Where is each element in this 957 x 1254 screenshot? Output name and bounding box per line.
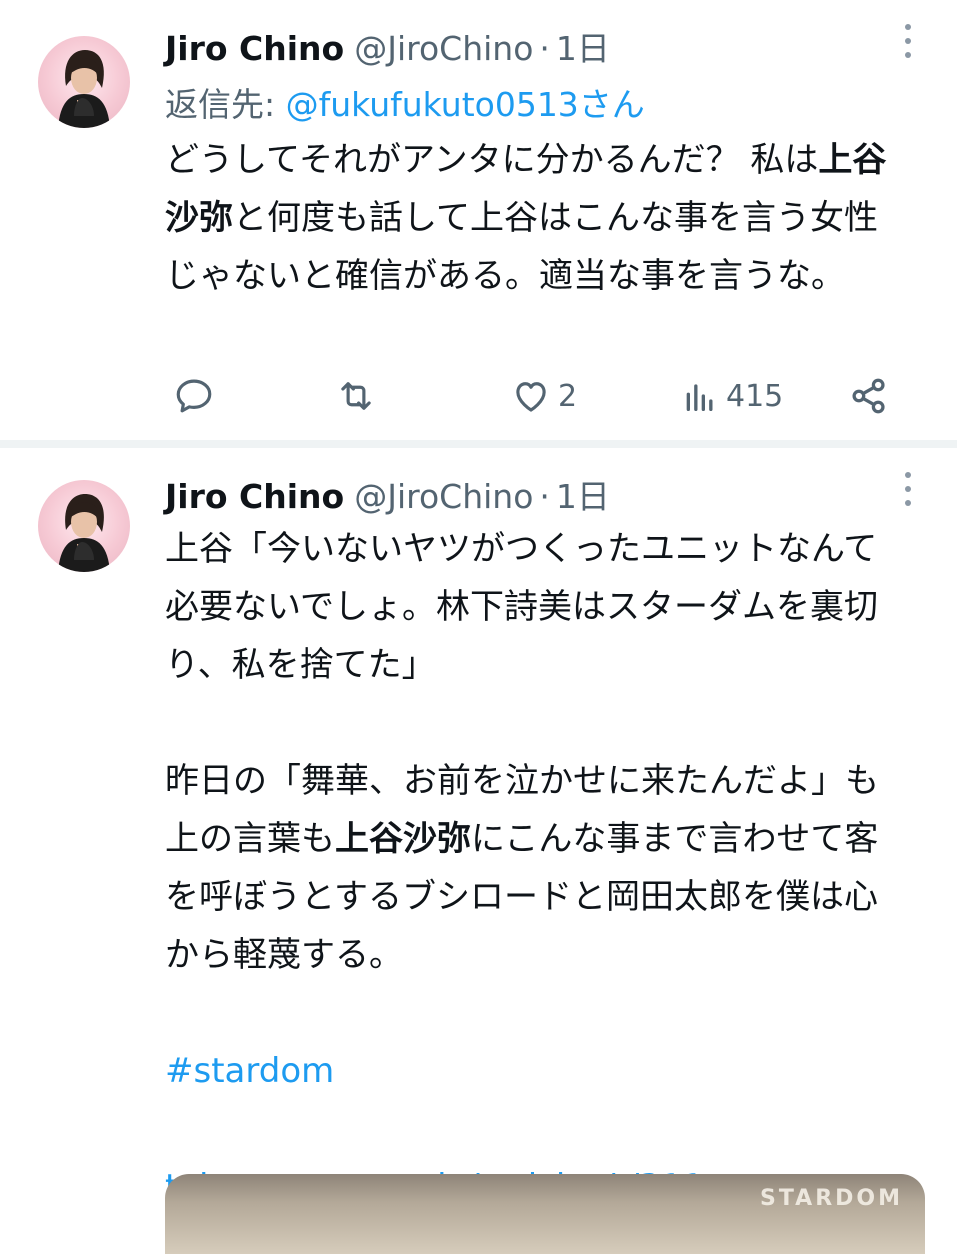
timestamp[interactable]: 1日 (556, 470, 610, 518)
paragraph-2: 昨日の「舞華、お前を泣かせに来たんだよ」も上の言葉も上谷沙弥にこんな事まで言わせ… (165, 752, 905, 984)
timestamp[interactable]: 1日 (556, 22, 610, 70)
tweet-reply[interactable]: Jiro Chino @JiroChino · 1日 返信先: @fukufuk… (0, 0, 957, 440)
tweet-text: どうしてそれがアンタに分かるんだ？ 私は上谷沙弥と何度も話して上谷はこんな事を言… (165, 131, 905, 305)
tweet-text: 上谷「今いないヤツがつくったユニットなんて必要ないでしょ。林下詩美はスターダムを… (165, 520, 905, 1216)
tweet-divider (0, 440, 957, 448)
text-run: どうしてそれがアンタに分かるんだ？ 私は (165, 140, 819, 180)
more-options-button[interactable] (901, 24, 915, 58)
card-logo: STARDOM (760, 1186, 903, 1211)
tweet-header: Jiro Chino @JiroChino · 1日 (165, 470, 610, 516)
like-button[interactable]: 2 (510, 366, 577, 426)
author-handle[interactable]: @JiroChino (354, 477, 533, 516)
hashtag-link[interactable]: #stardom (165, 1051, 334, 1091)
share-icon (852, 378, 885, 414)
share-button[interactable] (847, 366, 891, 426)
author-avatar[interactable] (38, 480, 130, 572)
more-vertical-icon (905, 472, 911, 478)
tweet-header: Jiro Chino @JiroChino · 1日 (165, 22, 610, 68)
action-bar: 2 415 (165, 366, 905, 426)
retweet-icon (341, 382, 371, 410)
separator: · (539, 29, 550, 68)
views-icon (686, 384, 713, 411)
reply-icon (176, 379, 212, 413)
avatar-image (58, 494, 110, 572)
like-icon (516, 382, 546, 412)
reply-to-mention[interactable]: @fukufukuto0513さん (286, 85, 645, 124)
tweet[interactable]: Jiro Chino @JiroChino · 1日 上谷「今いないヤツがつくっ… (0, 448, 957, 1254)
more-options-button[interactable] (901, 472, 915, 506)
text-run: と何度も話して上谷はこんな事を言う女性じゃないと確信がある。適当な事を言うな。 (165, 198, 878, 296)
separator: · (539, 477, 550, 516)
author-name[interactable]: Jiro Chino (165, 29, 344, 68)
author-name[interactable]: Jiro Chino (165, 477, 344, 516)
views-button[interactable]: 415 (680, 366, 783, 426)
author-handle[interactable]: @JiroChino (354, 29, 533, 68)
retweet-button[interactable] (335, 366, 377, 426)
more-vertical-icon (905, 24, 911, 30)
view-count: 415 (726, 378, 784, 414)
reply-to-label: 返信先: (165, 85, 286, 124)
reply-button[interactable] (173, 366, 221, 426)
avatar-image (58, 50, 110, 128)
link-preview-card[interactable]: STARDOM (165, 1174, 925, 1254)
paragraph-1: 上谷「今いないヤツがつくったユニットなんて必要ないでしょ。林下詩美はスターダムを… (165, 529, 878, 685)
like-count: 2 (558, 378, 578, 414)
reply-to-line: 返信先: @fukufukuto0513さん (165, 78, 645, 126)
text-run-bold: 上谷沙弥 (335, 819, 471, 859)
author-avatar[interactable] (38, 36, 130, 128)
